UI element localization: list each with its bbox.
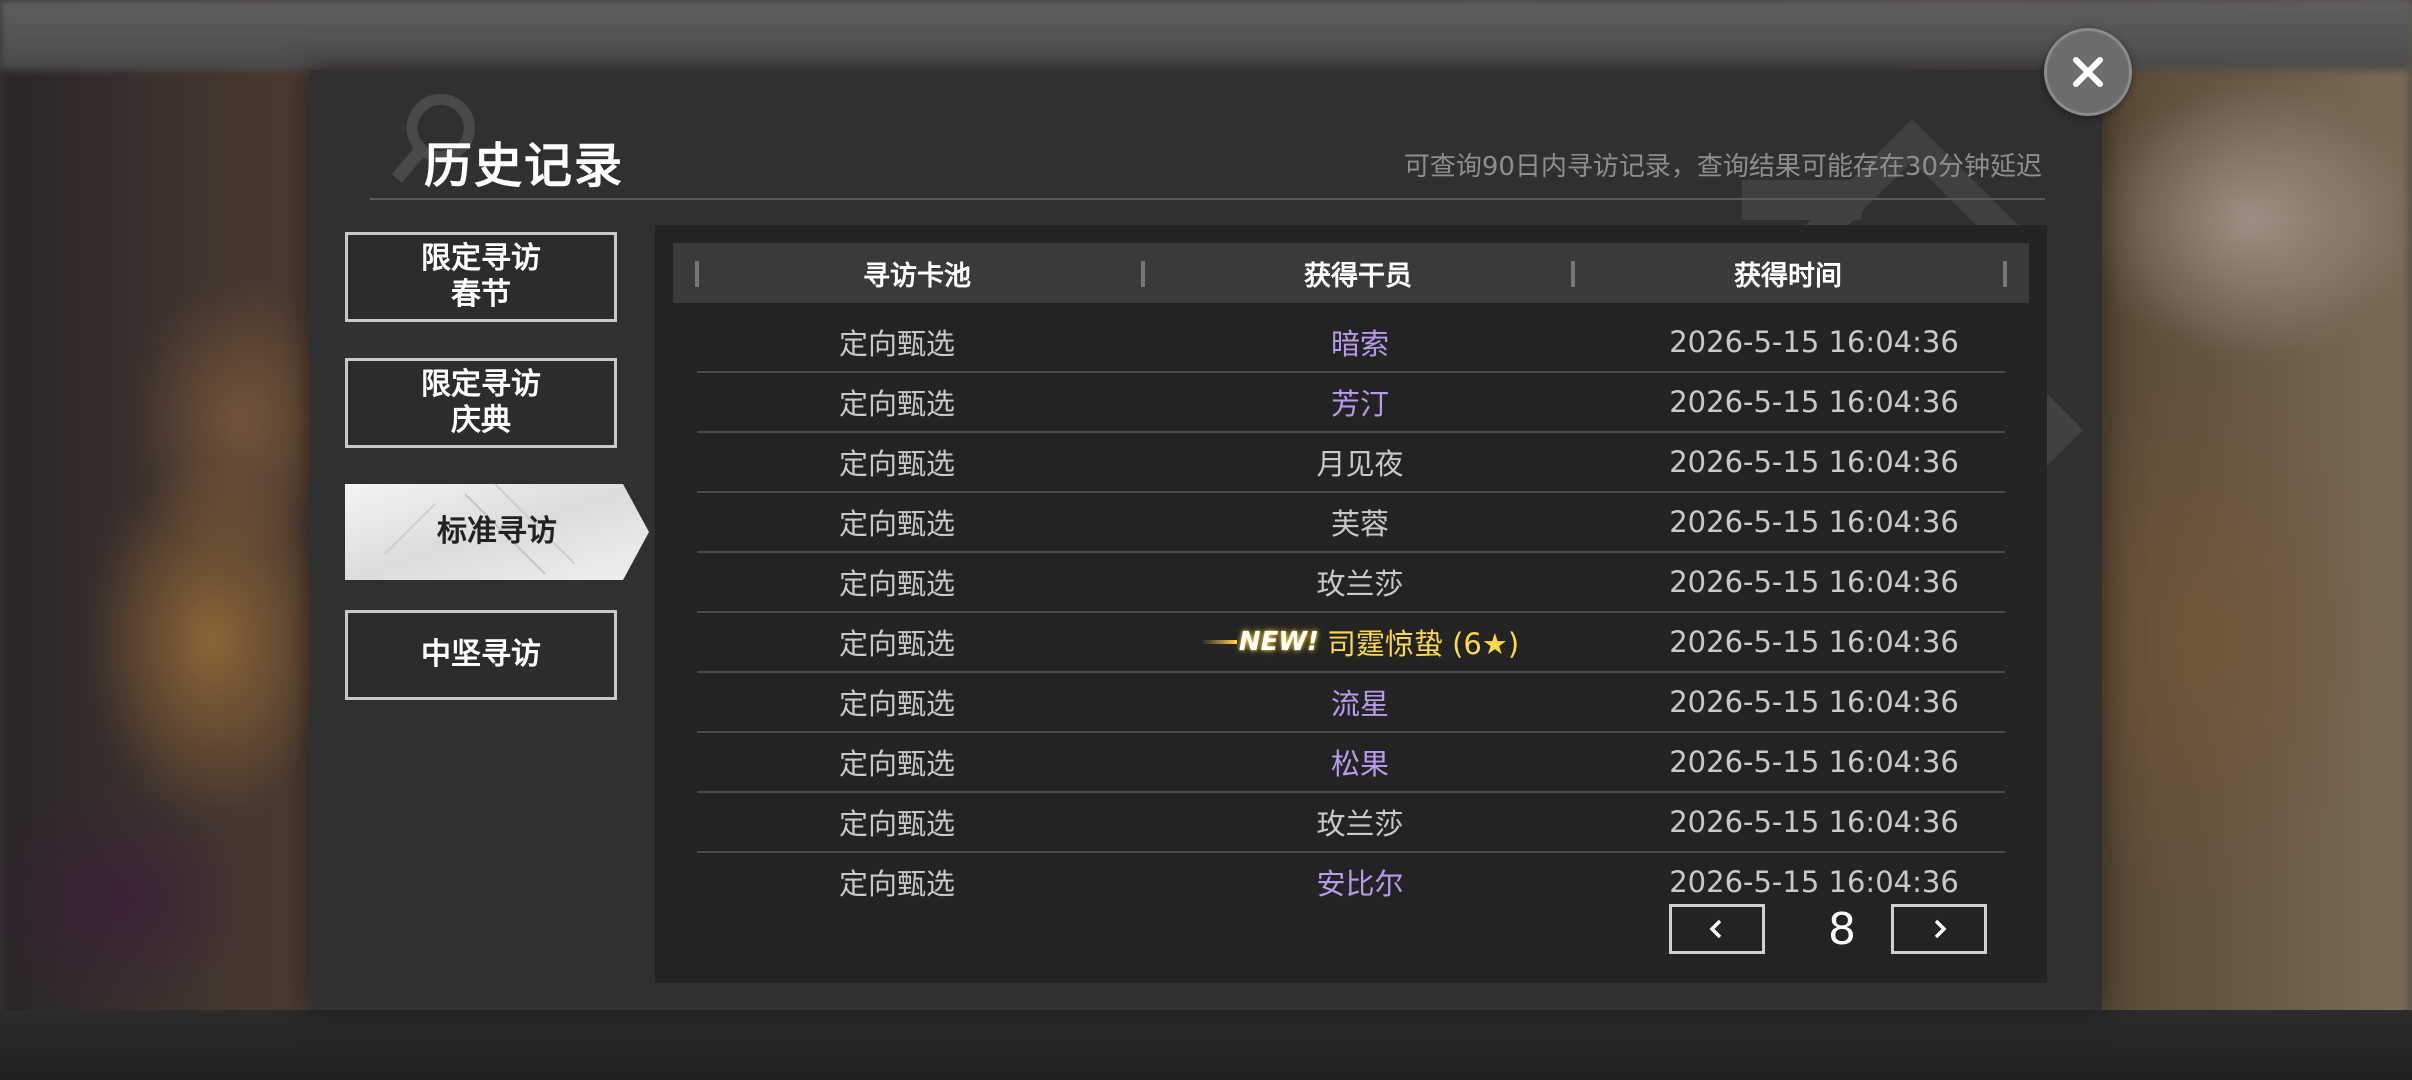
time-cell: 2026-5-15 16:04:36 — [1669, 745, 1959, 779]
operator-name-six-star: 司霆惊蛰 (6★) — [1326, 627, 1520, 661]
table-row: 定向甄选 流星 2026-5-15 16:04:36 — [697, 673, 2005, 733]
tab-label: 中坚寻访 — [421, 637, 541, 672]
close-icon — [2073, 57, 2103, 87]
header-time: 获得时间 — [1734, 260, 1842, 292]
time-cell: 2026-5-15 16:04:36 — [1669, 325, 1959, 359]
table-row: 定向甄选 暗索 2026-5-15 16:04:36 — [697, 313, 2005, 373]
pool-cell: 定向甄选 — [838, 627, 955, 661]
time-cell: 2026-5-15 16:04:36 — [1669, 625, 1959, 659]
time-cell: 2026-5-15 16:04:36 — [1669, 505, 1959, 539]
operator-cell: 安比尔 — [1316, 867, 1404, 901]
pool-cell: 定向甄选 — [838, 387, 955, 421]
title-divider — [370, 198, 2045, 200]
tab-limited-spring-festival[interactable]: 限定寻访 春节 — [345, 232, 617, 322]
pool-cell: 定向甄选 — [838, 747, 955, 781]
table-row: 定向甄选 月见夜 2026-5-15 16:04:36 — [697, 433, 2005, 493]
next-page-button[interactable] — [1891, 904, 1987, 954]
header-separator — [2003, 261, 2007, 287]
operator-cell: 松果 — [1330, 747, 1389, 781]
chevron-right-icon — [1934, 919, 1947, 939]
table-row: 定向甄选 玫兰莎 2026-5-15 16:04:36 — [697, 553, 2005, 613]
time-cell: 2026-5-15 16:04:36 — [1669, 805, 1959, 839]
header-pool: 寻访卡池 — [863, 260, 971, 292]
close-button[interactable] — [2044, 28, 2132, 116]
operator-cell: 芙蓉 — [1330, 507, 1389, 541]
pool-cell: 定向甄选 — [838, 567, 955, 601]
table-row: 定向甄选 芙蓉 2026-5-15 16:04:36 — [697, 493, 2005, 553]
operator-cell: 月见夜 — [1316, 447, 1404, 481]
operator-cell-new: NEW! 司霆惊蛰 (6★) — [1097, 613, 1623, 671]
time-cell: 2026-5-15 16:04:36 — [1669, 865, 1959, 899]
pool-cell: 定向甄选 — [838, 867, 955, 901]
tab-label: 限定寻访 春节 — [421, 241, 541, 312]
table-row: 定向甄选 松果 2026-5-15 16:04:36 — [697, 733, 2005, 793]
operator-cell: 玫兰莎 — [1316, 807, 1404, 841]
tab-core-headhunting[interactable]: 中坚寻访 — [345, 610, 617, 700]
prev-page-button[interactable] — [1669, 904, 1765, 954]
new-badge-label: NEW! — [1238, 627, 1319, 657]
time-cell: 2026-5-15 16:04:36 — [1669, 685, 1959, 719]
pool-cell: 定向甄选 — [838, 327, 955, 361]
operator-cell: 暗索 — [1330, 327, 1389, 361]
table-row: 定向甄选 NEW! 司霆惊蛰 (6★) 2026-5-15 16:04:36 — [697, 613, 2005, 673]
table-header: 寻访卡池 获得干员 获得时间 — [673, 243, 2029, 303]
tab-label: 限定寻访 庆典 — [421, 367, 541, 438]
pool-cell: 定向甄选 — [838, 807, 955, 841]
tab-limited-celebration[interactable]: 限定寻访 庆典 — [345, 358, 617, 448]
new-streak-decoration — [1200, 640, 1237, 644]
time-cell: 2026-5-15 16:04:36 — [1669, 385, 1959, 419]
pool-cell: 定向甄选 — [838, 507, 955, 541]
tab-label: 标准寻访 — [437, 514, 557, 549]
header-operator: 获得干员 — [1304, 260, 1412, 292]
current-page-number: 8 — [1828, 903, 1856, 955]
table-row: 定向甄选 芳汀 2026-5-15 16:04:36 — [697, 373, 2005, 433]
history-rows: 定向甄选 暗索 2026-5-15 16:04:36 定向甄选 芳汀 2026-… — [697, 313, 2005, 913]
pool-cell: 定向甄选 — [838, 447, 955, 481]
time-cell: 2026-5-15 16:04:36 — [1669, 565, 1959, 599]
chevron-left-icon — [1709, 919, 1722, 939]
history-table-panel: 寻访卡池 获得干员 获得时间 定向甄选 暗索 2026-5-15 16:04:3… — [655, 225, 2047, 983]
operator-cell: 玫兰莎 — [1316, 567, 1404, 601]
history-dialog: 历史记录 可查询90日内寻访记录，查询结果可能存在30分钟延迟 限定寻访 春节 … — [310, 70, 2102, 1010]
table-row: 定向甄选 玫兰莎 2026-5-15 16:04:36 — [697, 793, 2005, 853]
new-badge: NEW! — [1200, 627, 1319, 657]
pool-cell: 定向甄选 — [838, 687, 955, 721]
time-cell: 2026-5-15 16:04:36 — [1669, 445, 1959, 479]
operator-cell: 芳汀 — [1330, 387, 1389, 421]
operator-cell: 流星 — [1330, 687, 1389, 721]
tab-standard-headhunting[interactable]: 标准寻访 — [345, 484, 649, 580]
dialog-title: 历史记录 — [424, 138, 625, 194]
background-bottom-bar — [0, 1010, 2412, 1080]
dialog-subtitle: 可查询90日内寻访记录，查询结果可能存在30分钟延迟 — [1403, 152, 2042, 182]
